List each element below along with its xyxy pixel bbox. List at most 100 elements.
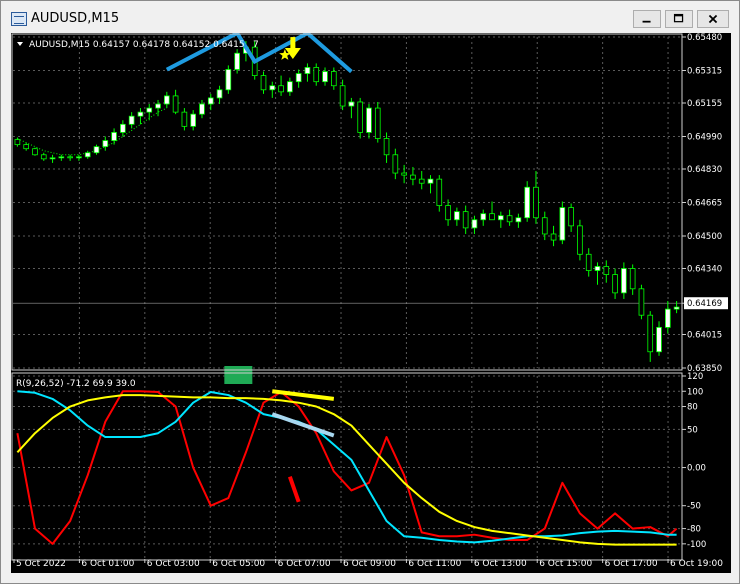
time-axis-label: 6 Oct 11:00 xyxy=(408,559,461,569)
indicator-axis-label: -80 xyxy=(687,525,701,535)
candle-bear xyxy=(603,266,610,275)
candle-bear xyxy=(612,274,618,294)
candle-bull xyxy=(102,140,109,148)
candle-bear xyxy=(330,71,337,87)
candle-bull xyxy=(234,52,240,70)
indicator-axis-label: 120 xyxy=(687,372,703,382)
candle-bull xyxy=(128,115,135,125)
candle-bear xyxy=(506,215,513,223)
green-marker xyxy=(224,366,253,384)
close-button[interactable] xyxy=(697,10,729,28)
indicator-axis-label: -50 xyxy=(687,502,701,512)
time-axis-label: 6 Oct 03:00 xyxy=(147,559,200,569)
candle-bear xyxy=(181,111,188,127)
time-axis-label: 6 Oct 07:00 xyxy=(278,559,331,569)
candle-bull xyxy=(58,156,65,159)
indicator-axis-label: 0.00 xyxy=(687,464,706,474)
candle-bull xyxy=(348,101,355,107)
candle-bull xyxy=(216,89,223,99)
candle-bull xyxy=(471,219,478,229)
candle-bear xyxy=(23,144,30,150)
candle-bull xyxy=(163,95,170,105)
candle-bull xyxy=(322,71,328,83)
time-axis-label: 6 Oct 17:00 xyxy=(605,559,658,569)
candle-bear xyxy=(32,148,38,156)
window-title: AUDUSD,M15 xyxy=(31,11,120,26)
candle-bull xyxy=(304,67,311,74)
minimize-icon xyxy=(642,20,651,23)
candle-bear xyxy=(313,67,320,83)
time-axis-label: 6 Oct 09:00 xyxy=(343,559,396,569)
maximize-button[interactable] xyxy=(665,10,693,28)
indicator-axis-label: -100 xyxy=(687,540,706,550)
candle-bear xyxy=(67,156,73,159)
candle-bear xyxy=(629,268,636,290)
candle-bear xyxy=(585,253,592,271)
candle-bull xyxy=(656,326,662,353)
candle-bear xyxy=(357,101,364,133)
time-axis-label: 6 Oct 05:00 xyxy=(212,559,265,569)
price-axis-label: 0.64340 xyxy=(687,264,722,274)
price-axis-label: 0.65315 xyxy=(687,67,722,77)
candle-bull xyxy=(621,268,627,294)
candle-bear xyxy=(489,213,495,221)
candle-bull xyxy=(664,308,671,328)
price-axis-label: 0.65480 xyxy=(687,33,722,43)
price-info-tail: 7 xyxy=(253,40,259,50)
chart-window-icon xyxy=(11,12,27,26)
candle-bull xyxy=(673,306,680,310)
candle-bull xyxy=(49,157,56,160)
maximize-icon xyxy=(673,13,684,23)
candle-bull xyxy=(559,207,566,241)
price-info-label: AUDUSD,M15 0.64157 0.64178 0.64152 0.641… xyxy=(29,40,245,50)
candle-bear xyxy=(40,154,47,160)
candle-bear xyxy=(638,288,645,316)
candle-bull xyxy=(497,215,504,221)
candle-bear xyxy=(410,174,416,180)
candle-bull xyxy=(427,178,434,184)
candle-bear xyxy=(550,233,557,241)
candle-bull xyxy=(269,85,276,91)
candle-bear xyxy=(462,211,469,229)
candle-bear xyxy=(647,314,654,353)
candle-bear xyxy=(339,85,346,107)
candle-bear xyxy=(392,154,399,174)
time-axis-label: 6 Oct 01:00 xyxy=(81,559,134,569)
candle-bull xyxy=(515,217,522,223)
indicator-axis-label: 80 xyxy=(687,403,698,413)
candle-bull xyxy=(295,73,302,83)
candle-bear xyxy=(278,85,284,93)
candle-bull xyxy=(594,266,601,271)
candle-bear xyxy=(418,178,425,184)
candle-bull xyxy=(76,156,82,159)
chart-window: AUDUSD,M15 5 Oct 2022 6 Oct 01:00 6 Oct 03… xyxy=(0,0,740,584)
window-titlebar[interactable]: AUDUSD,M15 xyxy=(1,1,739,35)
candle-bear xyxy=(568,207,574,227)
close-icon xyxy=(708,14,718,24)
candle-bear xyxy=(436,178,443,206)
candle-bull xyxy=(207,97,214,105)
indicator-axis-label: 50 xyxy=(687,425,698,435)
candle-bull xyxy=(84,152,91,158)
time-axis-label: 6 Oct 19:00 xyxy=(670,559,723,569)
indicator-axis-label: 100 xyxy=(687,387,703,397)
price-axis-label: 0.64665 xyxy=(687,199,722,209)
candle-bear xyxy=(401,172,407,176)
candle-bear xyxy=(577,225,583,255)
candle-bear xyxy=(533,186,539,219)
candle-bear xyxy=(374,107,381,139)
price-axis-label: 0.65155 xyxy=(687,99,722,109)
minimize-button[interactable] xyxy=(633,10,661,28)
chart-canvas[interactable]: 5 Oct 2022 6 Oct 01:00 6 Oct 03:00 6 Oct 05… xyxy=(11,30,731,573)
candle-bull xyxy=(480,213,487,221)
candle-bull xyxy=(137,111,144,117)
chart-area[interactable]: 5 Oct 2022 6 Oct 01:00 6 Oct 03:00 6 Oct 05… xyxy=(11,30,731,573)
candle-bull xyxy=(524,186,531,219)
price-axis-label: 0.64500 xyxy=(687,232,722,242)
current-price-label: 0.64169 xyxy=(687,299,722,309)
candle-bear xyxy=(541,217,548,235)
price-axis-label: 0.64015 xyxy=(687,330,722,340)
candle-bear xyxy=(14,139,21,146)
candle-bear xyxy=(172,95,179,113)
candle-bear xyxy=(445,205,451,221)
